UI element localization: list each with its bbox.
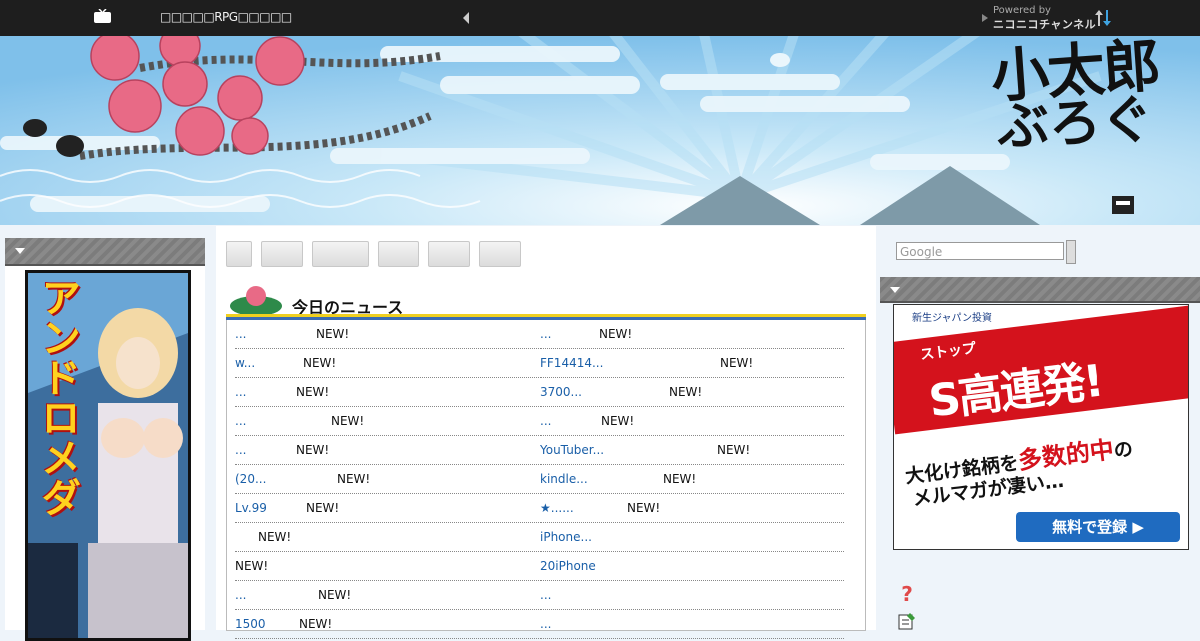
news-row[interactable]: ★...... NEW! xyxy=(540,494,844,523)
collapse-caret-icon[interactable] xyxy=(15,248,25,254)
news-row[interactable]: 1500 NEW! xyxy=(235,610,539,639)
new-badge: NEW! xyxy=(299,617,333,631)
news-row[interactable]: FF14414... NEW! xyxy=(540,349,844,378)
news-link[interactable]: FF14414... xyxy=(540,349,603,377)
news-row[interactable]: Lv.99 NEW! xyxy=(235,494,539,523)
news-link[interactable]: ★...... xyxy=(540,494,574,522)
new-badge: NEW! xyxy=(296,443,330,457)
main-content: 今日のニュース ... NEW! w... NEW!... NEW! ... NEW!..… xyxy=(216,226,876,639)
nav-tab-2[interactable] xyxy=(261,241,303,267)
nav-tab-4[interactable] xyxy=(378,241,419,267)
tv-icon[interactable] xyxy=(94,9,111,23)
new-badge: NEW! xyxy=(669,385,703,399)
new-badge: NEW! xyxy=(235,559,269,573)
news-link[interactable]: ... xyxy=(540,320,551,348)
news-row[interactable]: NEW! xyxy=(235,523,539,552)
google-search-input[interactable]: Google xyxy=(896,242,1064,260)
news-row[interactable]: ... xyxy=(540,581,844,610)
news-link[interactable]: ... xyxy=(235,436,246,464)
powered-by-label: Powered by xyxy=(993,5,1051,16)
ad-brand: 新生ジャパン投資 xyxy=(912,313,992,324)
news-row[interactable]: ... NEW! xyxy=(235,320,539,349)
news-link[interactable]: ... xyxy=(235,581,246,609)
news-link[interactable]: iPhone... xyxy=(540,523,592,551)
news-row[interactable]: NEW! xyxy=(235,552,539,581)
left-sidebar: アンドロメダ xyxy=(5,238,205,641)
news-row[interactable]: ... NEW! xyxy=(235,378,539,407)
news-link[interactable]: (20... xyxy=(235,465,266,493)
news-row[interactable]: ... NEW! xyxy=(540,407,844,436)
edit-note-icon[interactable] xyxy=(898,612,916,630)
search-button[interactable] xyxy=(1066,240,1076,264)
news-link[interactable]: ... xyxy=(540,581,551,609)
news-link[interactable]: ... xyxy=(540,407,551,435)
news-row[interactable]: 20iPhone xyxy=(540,552,844,581)
new-badge: NEW! xyxy=(627,501,661,515)
news-row[interactable]: iPhone... xyxy=(540,523,844,552)
news-link[interactable]: 20iPhone xyxy=(540,552,596,580)
news-row[interactable]: ... NEW! xyxy=(235,407,539,436)
news-link[interactable]: ... xyxy=(540,610,551,638)
news-row[interactable]: YouTuber... NEW! xyxy=(540,436,844,465)
new-badge: NEW! xyxy=(306,501,340,515)
prev-arrow-icon[interactable] xyxy=(460,11,472,25)
ad-register-button[interactable]: 無料で登録 ▶ xyxy=(1016,512,1180,542)
niconico-channel-logo[interactable]: ニコニコチャンネル xyxy=(993,16,1096,32)
news-row[interactable]: kindle... NEW! xyxy=(540,465,844,494)
nav-tab-6[interactable] xyxy=(479,241,521,267)
right-sidebar-ad-banner[interactable]: 新生ジャパン投資 ストップ S高連発! 大化け銘柄を多数的中の メルマガが凄い…… xyxy=(893,304,1189,550)
news-row[interactable]: w... NEW! xyxy=(235,349,539,378)
new-badge: NEW! xyxy=(601,414,635,428)
news-link[interactable]: ... xyxy=(235,407,246,435)
news-row[interactable]: ... xyxy=(540,610,844,639)
news-row[interactable]: (20... NEW! xyxy=(235,465,539,494)
new-badge: NEW! xyxy=(337,472,371,486)
top-navigation-bar: □□□□□RPG□□□□□ Powered by ニコニコチャンネル xyxy=(0,0,1200,36)
sort-arrows-icon[interactable] xyxy=(1093,8,1113,28)
news-section-header: 今日のニュース xyxy=(226,286,866,320)
pine-plum-icon xyxy=(230,286,282,316)
news-link[interactable]: 3700... xyxy=(540,378,582,406)
left-sidebar-ad-banner[interactable]: アンドロメダ xyxy=(25,270,191,641)
news-list: ... NEW! w... NEW!... NEW! ... NEW!... NEW! (20… xyxy=(226,320,866,639)
logo-line-2: ぶろぐ xyxy=(995,88,1155,159)
right-sidebar-header[interactable] xyxy=(880,277,1200,303)
right-sidebar: Google 新生ジャパン投資 ストップ S高連発! 大化け銘柄を多数的中の メ… xyxy=(880,226,1200,630)
news-link[interactable]: ... xyxy=(235,320,246,348)
blog-logo[interactable]: 小太郎 ぶろぐ xyxy=(965,36,1185,158)
news-link[interactable]: ... xyxy=(235,378,246,406)
news-row[interactable]: 3700... NEW! xyxy=(540,378,844,407)
nav-tab-1[interactable] xyxy=(226,241,252,267)
new-badge: NEW! xyxy=(316,327,350,341)
nav-tab-5[interactable] xyxy=(428,241,470,267)
new-badge: NEW! xyxy=(303,356,337,370)
new-badge: NEW! xyxy=(258,530,292,544)
next-arrow-icon[interactable] xyxy=(980,11,990,25)
news-link[interactable]: Lv.99 xyxy=(235,494,267,522)
ad-subline-1c: の xyxy=(1112,438,1135,463)
new-badge: NEW! xyxy=(720,356,754,370)
blog-header-banner[interactable]: 小太郎 ぶろぐ xyxy=(0,36,1200,225)
new-badge: NEW! xyxy=(296,385,330,399)
news-link[interactable]: w... xyxy=(235,349,255,377)
news-row[interactable]: ... NEW! xyxy=(235,581,539,610)
news-row[interactable]: ... NEW! xyxy=(235,436,539,465)
new-badge: NEW! xyxy=(663,472,697,486)
left-sidebar-header[interactable] xyxy=(5,238,205,266)
svg-text:?: ? xyxy=(901,584,913,604)
news-row[interactable]: ... NEW! xyxy=(540,320,844,349)
new-badge: NEW! xyxy=(331,414,365,428)
news-link[interactable]: kindle... xyxy=(540,465,588,493)
new-badge: NEW! xyxy=(318,588,352,602)
collapse-caret-icon[interactable] xyxy=(890,287,900,293)
news-link[interactable]: YouTuber... xyxy=(540,436,604,464)
new-badge: NEW! xyxy=(717,443,751,457)
ad-title-text: アンドロメダ xyxy=(34,277,80,517)
channel-title[interactable]: □□□□□RPG□□□□□ xyxy=(160,10,292,24)
nav-tab-3[interactable] xyxy=(312,241,369,267)
news-link[interactable]: 1500 xyxy=(235,610,266,638)
question-mark-icon[interactable]: ? xyxy=(898,584,916,604)
new-badge: NEW! xyxy=(599,327,633,341)
